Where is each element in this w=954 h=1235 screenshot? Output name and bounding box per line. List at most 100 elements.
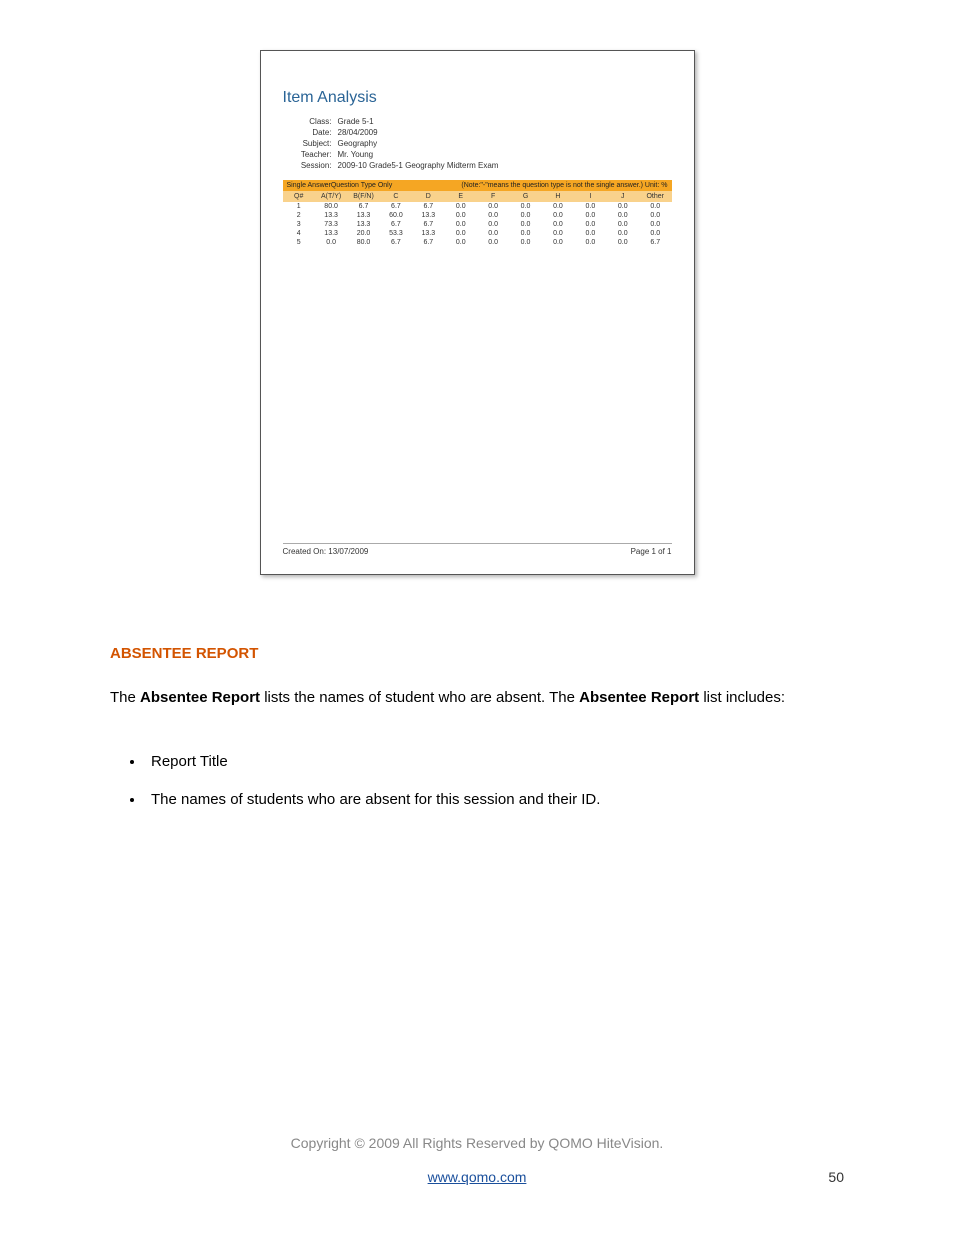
table-cell: 0.0	[639, 211, 672, 220]
table-cell: 0.0	[542, 238, 574, 247]
table-row: 413.320.053.313.30.00.00.00.00.00.00.0	[283, 229, 672, 238]
table-cell: 6.7	[380, 238, 412, 247]
table-cell: 80.0	[347, 238, 379, 247]
text: The	[110, 689, 140, 706]
meta-value: Grade 5-1	[338, 117, 374, 126]
table-cell: 6.7	[347, 202, 379, 211]
table-head-left: Single AnswerQuestion Type Only	[287, 182, 393, 189]
table-cell: 0.0	[509, 229, 541, 238]
table-cell: 80.0	[315, 202, 347, 211]
column-header: F	[477, 191, 509, 202]
qomo-link[interactable]: www.qomo.com	[428, 1169, 527, 1185]
table-cell: 13.3	[347, 211, 379, 220]
table-cell: 5	[283, 238, 315, 247]
table-heading-bar: Single AnswerQuestion Type Only (Note:"-…	[283, 180, 672, 191]
table-cell: 0.0	[542, 229, 574, 238]
table-row: 50.080.06.76.70.00.00.00.00.00.06.7	[283, 238, 672, 247]
table-cell: 0.0	[639, 229, 672, 238]
report-title: Item Analysis	[283, 89, 672, 107]
table-cell: 4	[283, 229, 315, 238]
copyright-text: Copyright © 2009 All Rights Reserved by …	[110, 1135, 844, 1151]
table-cell: 6.7	[380, 220, 412, 229]
table-cell: 0.0	[509, 238, 541, 247]
meta-date: Date: 28/04/2009	[283, 128, 672, 137]
table-cell: 6.7	[412, 220, 444, 229]
absentee-paragraph: The Absentee Report lists the names of s…	[110, 687, 844, 710]
column-header: C	[380, 191, 412, 202]
table-cell: 6.7	[639, 238, 672, 247]
bold-text: Absentee Report	[579, 689, 699, 706]
column-header: G	[509, 191, 541, 202]
list-item: The names of students who are absent for…	[145, 788, 844, 812]
table-cell: 2	[283, 211, 315, 220]
table-cell: 13.3	[315, 229, 347, 238]
table-cell: 0.0	[607, 229, 639, 238]
list-item: Report Title	[145, 750, 844, 774]
column-header: Other	[639, 191, 672, 202]
table-cell: 13.3	[412, 229, 444, 238]
table-row: 373.313.36.76.70.00.00.00.00.00.00.0	[283, 220, 672, 229]
meta-subject: Subject: Geography	[283, 139, 672, 148]
table-cell: 0.0	[639, 220, 672, 229]
table-cell: 1	[283, 202, 315, 211]
meta-value: 28/04/2009	[338, 128, 378, 137]
table-cell: 0.0	[639, 202, 672, 211]
table-cell: 0.0	[574, 229, 606, 238]
table-cell: 0.0	[509, 220, 541, 229]
meta-label: Teacher:	[283, 150, 338, 159]
table-cell: 0.0	[509, 211, 541, 220]
table-cell: 20.0	[347, 229, 379, 238]
meta-label: Subject:	[283, 139, 338, 148]
report-whitespace	[283, 247, 672, 537]
table-cell: 0.0	[574, 202, 606, 211]
table-cell: 0.0	[574, 220, 606, 229]
meta-value: Mr. Young	[338, 150, 374, 159]
created-on: Created On: 13/07/2009	[283, 547, 369, 556]
table-cell: 60.0	[380, 211, 412, 220]
table-cell: 0.0	[445, 238, 477, 247]
table-cell: 3	[283, 220, 315, 229]
table-cell: 73.3	[315, 220, 347, 229]
table-cell: 6.7	[412, 202, 444, 211]
column-header: E	[445, 191, 477, 202]
table-cell: 53.3	[380, 229, 412, 238]
text: list includes:	[699, 689, 785, 706]
table-cell: 0.0	[445, 220, 477, 229]
section-heading-absentee: ABSENTEE REPORT	[110, 645, 844, 662]
column-header: I	[574, 191, 606, 202]
table-cell: 0.0	[315, 238, 347, 247]
meta-value: 2009-10 Grade5-1 Geography Midterm Exam	[338, 161, 499, 170]
text: lists the names of student who are absen…	[260, 689, 579, 706]
table-cell: 0.0	[477, 211, 509, 220]
table-cell: 0.0	[574, 238, 606, 247]
column-header: B(F/N)	[347, 191, 379, 202]
table-cell: 13.3	[315, 211, 347, 220]
column-header: H	[542, 191, 574, 202]
table-cell: 0.0	[607, 202, 639, 211]
meta-label: Session:	[283, 161, 338, 170]
table-cell: 0.0	[509, 202, 541, 211]
table-cell: 0.0	[477, 229, 509, 238]
meta-label: Date:	[283, 128, 338, 137]
table-cell: 0.0	[607, 238, 639, 247]
column-header: A(T/Y)	[315, 191, 347, 202]
table-cell: 13.3	[347, 220, 379, 229]
bold-text: Absentee Report	[140, 689, 260, 706]
table-cell: 0.0	[607, 220, 639, 229]
table-cell: 0.0	[607, 211, 639, 220]
meta-value: Geography	[338, 139, 378, 148]
table-cell: 13.3	[412, 211, 444, 220]
table-cell: 0.0	[445, 229, 477, 238]
meta-class: Class: Grade 5-1	[283, 117, 672, 126]
column-header: J	[607, 191, 639, 202]
meta-label: Class:	[283, 117, 338, 126]
item-analysis-report: Item Analysis Class: Grade 5-1 Date: 28/…	[260, 50, 695, 575]
table-cell: 0.0	[542, 220, 574, 229]
item-analysis-table: Q#A(T/Y)B(F/N)CDEFGHIJOther 180.06.76.76…	[283, 191, 672, 247]
meta-teacher: Teacher: Mr. Young	[283, 150, 672, 159]
table-cell: 0.0	[477, 238, 509, 247]
table-row: 213.313.360.013.30.00.00.00.00.00.00.0	[283, 211, 672, 220]
report-footer: Created On: 13/07/2009 Page 1 of 1	[283, 543, 672, 556]
page-of: Page 1 of 1	[631, 547, 672, 556]
table-row: 180.06.76.76.70.00.00.00.00.00.00.0	[283, 202, 672, 211]
